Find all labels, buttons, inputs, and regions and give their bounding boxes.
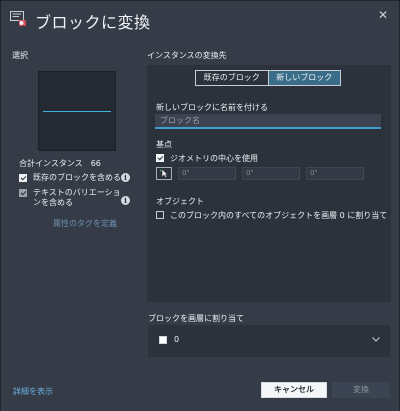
assign-layer0-checkbox[interactable] xyxy=(156,211,164,219)
include-text-variation-row[interactable]: テキストのバリエーションを含める i xyxy=(19,188,130,208)
object-label: オブジェクト xyxy=(156,197,204,206)
pick-point-icon xyxy=(159,169,167,178)
cancel-button[interactable]: キャンセル xyxy=(261,382,327,398)
assign-layer0-label: このブロック内のすべてのオブジェクトを画層 0 に割り当て xyxy=(170,211,388,220)
base-point-label: 基点 xyxy=(156,140,172,149)
block-type-toggle: 既存のブロック 新しいブロック xyxy=(195,70,341,86)
selection-title: 選択 xyxy=(12,51,28,60)
new-block-name-label: 新しいブロックに名前を付ける xyxy=(156,103,268,112)
instance-target-panel: インスタンスの変換先 既存のブロック 新しいブロック 新しいブロックに名前を付け… xyxy=(147,47,391,302)
tab-existing-block[interactable]: 既存のブロック xyxy=(196,71,268,85)
block-name-input[interactable] xyxy=(155,114,381,129)
include-text-variation-label: テキストのバリエーションを含める xyxy=(33,188,121,207)
define-attribute-tags-link[interactable]: 属性のタグを定義 xyxy=(53,218,117,229)
total-instances: 合計インスタンス 66 xyxy=(19,158,101,169)
assign-layer0-row[interactable]: このブロック内のすべてのオブジェクトを画層 0 に割り当て xyxy=(156,210,387,221)
base-x-field[interactable]: 0" xyxy=(178,167,236,180)
include-existing-checkbox[interactable] xyxy=(19,174,27,182)
layer-color-swatch xyxy=(159,336,167,344)
convert-to-block-icon xyxy=(10,11,26,26)
tab-new-block[interactable]: 新しいブロック xyxy=(267,71,340,85)
close-icon[interactable]: ✕ xyxy=(375,7,391,23)
pick-point-button[interactable] xyxy=(156,167,172,180)
dialog-footer: 詳細を表示 キャンセル 変換 xyxy=(1,371,399,411)
show-details-link[interactable]: 詳細を表示 xyxy=(13,386,53,397)
base-y-field[interactable]: 0" xyxy=(242,167,300,180)
title-bar: ブロックに変換 ✕ xyxy=(1,1,399,39)
info-icon[interactable]: i xyxy=(121,173,130,182)
info-icon[interactable]: i xyxy=(121,196,130,205)
assign-layer-label: ブロックを画層に割り当て xyxy=(148,314,244,323)
total-instances-label: 合計インスタンス xyxy=(19,159,83,168)
dialog-title: ブロックに変換 xyxy=(35,13,151,32)
selection-panel: 選択 合計インスタンス 66 既存のブロックを含める i テキストのバリエーション… xyxy=(9,47,142,363)
preview-line xyxy=(43,111,111,112)
layer-value: 0 xyxy=(174,335,180,344)
instance-target-body: 既存のブロック 新しいブロック 新しいブロックに名前を付ける 基点 ジオメトリの… xyxy=(147,65,391,302)
geometry-center-checkbox[interactable] xyxy=(156,154,164,162)
instance-target-title: インスタンスの変換先 xyxy=(147,51,227,60)
block-preview xyxy=(38,71,116,151)
chevron-down-icon xyxy=(372,335,380,344)
convert-to-block-dialog: ブロックに変換 ✕ 選択 合計インスタンス 66 既存のブロックを含める i テキ… xyxy=(0,0,400,411)
total-instances-count: 66 xyxy=(90,159,101,168)
layer-select[interactable]: 0 xyxy=(148,325,390,357)
include-text-variation-checkbox[interactable] xyxy=(19,189,27,197)
include-existing-row[interactable]: 既存のブロックを含める i xyxy=(19,173,130,183)
geometry-center-row[interactable]: ジオメトリの中心を使用 xyxy=(156,153,258,164)
convert-button[interactable]: 変換 xyxy=(332,382,390,398)
include-existing-label: 既存のブロックを含める xyxy=(33,173,121,182)
base-z-field[interactable]: 0" xyxy=(306,167,364,180)
geometry-center-label: ジオメトリの中心を使用 xyxy=(170,154,258,163)
